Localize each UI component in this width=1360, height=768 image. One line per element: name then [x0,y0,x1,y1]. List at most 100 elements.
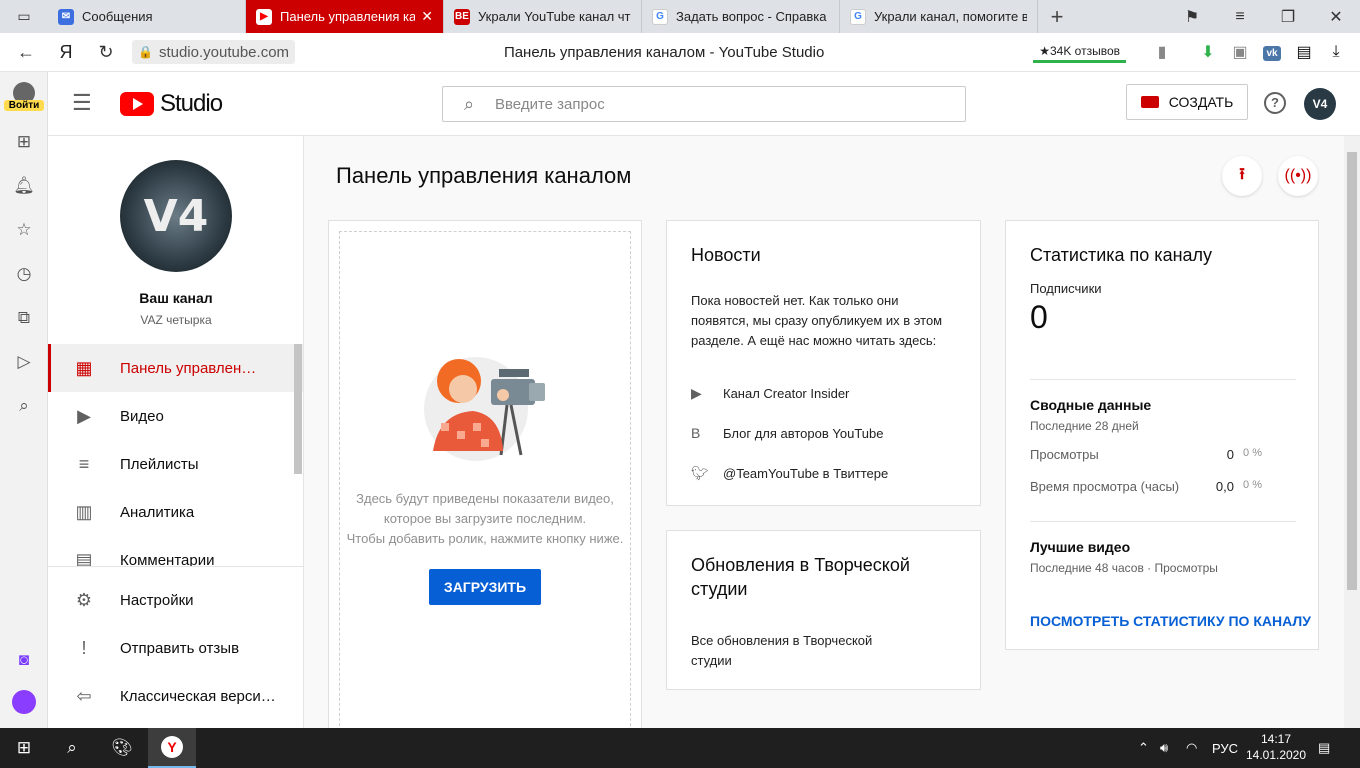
browser-tab-stolen-channel[interactable]: BE Украли YouTube канал что [444,0,642,33]
clock-time: 14:17 [1260,732,1292,746]
upload-hint-line: которое вы загрузите последним. [383,511,587,526]
notifications-icon[interactable]: ▤ [1318,728,1330,768]
tab-title: Панель управления канал [280,9,416,24]
tabs-overview-icon[interactable]: ▭ [0,0,48,33]
window-restore-icon[interactable]: ❐ [1264,0,1312,33]
volume-icon[interactable]: 🔊︎ [1160,728,1168,768]
yandex-side-panel: Войти ⊞ 🔔︎ ☆ ◷ ⧉ ▷ ⌕ ◙ [0,72,48,728]
sidebar-item-label: Панель управлен… [120,359,257,377]
sidebar-item-settings[interactable]: ⚙ Настройки [48,576,303,624]
create-video-icon [1140,96,1159,108]
lock-icon: 🔒 [138,45,153,59]
sidebar-item-dashboard[interactable]: ▦ Панель управлен… [48,344,303,392]
youtube-icon: ▶ [691,384,702,401]
watch-time-label: Время просмотра (часы) [1030,479,1180,494]
help-icon[interactable]: ? [1264,92,1286,114]
back-arrow-icon[interactable]: ← [6,42,46,63]
analytics-icon: ▥ [75,501,93,522]
sidebar-item-playlists[interactable]: ≡ Плейлисты [48,440,303,488]
bookmark-icon[interactable]: ▮ [1146,42,1178,62]
channel-title: Ваш канал [139,290,213,306]
hamburger-menu-icon[interactable]: ☰ [72,92,96,116]
upload-button[interactable]: ЗАГРУЗИТЬ [429,569,541,605]
download-ext-icon[interactable]: ⬇ [1192,42,1224,62]
login-button[interactable]: Войти [4,82,44,111]
favorites-star-icon[interactable]: ☆ [12,218,36,242]
browser-tab-messages[interactable]: ✉ Сообщения [48,0,246,33]
dashboard-icon: ▦ [75,357,93,378]
search-icon[interactable]: ⌕ [48,728,96,768]
sidebar-item-label: Отправить отзыв [120,639,240,657]
page-title-display: Панель управления каналом - YouTube Stud… [503,43,825,61]
translate-icon[interactable]: ▤ [1288,42,1320,62]
views-label: Просмотры [1030,447,1099,462]
be-icon: BE [454,8,470,25]
youtube-logo-icon [120,92,154,116]
browser-menu-icon[interactable]: ≡ [1216,0,1264,33]
window-close-icon[interactable]: ✕ [1312,0,1360,33]
windows-start-icon[interactable]: ⊞ [0,728,48,768]
alice-app-icon[interactable]: ◙ [12,648,36,672]
browser-tab-youtube-studio[interactable]: ▶ Панель управления канал ✕ [246,0,444,33]
twitter-link[interactable]: 🐦︎ @TeamYouTube в Твиттере [691,463,888,483]
collections-icon[interactable]: ⧉ [12,306,36,330]
language-indicator[interactable]: РУС [1212,728,1238,768]
notifications-bell-icon[interactable]: 🔔︎ [12,174,36,198]
close-tab-icon[interactable]: ✕ [421,8,433,25]
photo-ext-icon[interactable]: ▣ [1224,42,1256,62]
new-tab-button[interactable]: + [1038,0,1076,33]
paint-app-icon[interactable]: 🎨︎ [98,728,146,768]
media-play-icon[interactable]: ▷ [12,350,36,374]
tab-title: Задать вопрос - Справка - [676,9,829,24]
studio-logo[interactable]: Studio [120,90,223,118]
studio-sidebar: V4 Ваш канал VAZ четырка ▦ Панель управл… [48,136,304,728]
creator-insider-link[interactable]: ▶ Канал Creator Insider [691,383,849,403]
history-clock-icon[interactable]: ◷ [12,262,36,286]
sidebar-item-videos[interactable]: ▶ Видео [48,392,303,440]
google-icon: G [850,8,866,25]
services-grid-icon[interactable]: ⊞ [12,130,36,154]
sidebar-item-label: Плейлисты [120,455,199,473]
account-avatar[interactable]: V4 [1304,88,1336,120]
browser-tab-google-stolen[interactable]: G Украли канал, помогите во [840,0,1038,33]
search-box: ⌕ [442,86,966,122]
login-label: Войти [4,100,44,111]
updates-text: Все обновления в Творческой студии [691,633,873,668]
camera-person-illustration [424,357,545,461]
system-clock[interactable]: 14:17 14.01.2020 [1244,731,1308,763]
yandex-home-button[interactable]: Я [46,42,86,63]
summary-period: Последние 28 дней [1030,419,1139,433]
alice-voice-icon[interactable] [12,690,36,714]
downloads-icon[interactable]: ⤓ [1320,43,1352,61]
search-input[interactable] [495,95,965,113]
upload-icon[interactable]: ⭱ [1222,156,1262,196]
create-button[interactable]: СОЗДАТЬ [1126,84,1248,120]
bookmark-manager-icon[interactable]: ⚑ [1168,0,1216,33]
search-page-icon[interactable]: ⌕ [12,394,36,418]
url-field[interactable]: 🔒 studio.youtube.com [132,40,296,64]
sidebar-item-analytics[interactable]: ▥ Аналитика [48,488,303,536]
wifi-icon[interactable]: ◠ [1186,728,1197,768]
watch-time-value: 0,0 [1215,479,1234,494]
sidebar-scrollbar[interactable] [294,344,302,474]
search-icon: ⌕ [463,93,475,114]
sidebar-item-label: Видео [120,407,164,425]
reload-icon[interactable]: ↻ [86,42,126,63]
creators-blog-link[interactable]: B Блог для авторов YouTube [691,423,883,443]
page-scrollbar-thumb[interactable] [1347,152,1357,590]
view-channel-analytics-link[interactable]: ПОСМОТРЕТЬ СТАТИСТИКУ ПО КАНАЛУ [1030,613,1311,629]
live-stream-icon[interactable]: ((•)) [1278,156,1318,196]
vk-icon[interactable]: vk [1256,43,1288,61]
sidebar-divider [48,566,303,567]
yandex-browser-taskbar-icon[interactable]: Y [148,728,196,768]
show-hidden-icons[interactable]: ⌃ [1138,728,1149,768]
channel-avatar[interactable]: V4 [120,160,232,272]
sidebar-item-feedback[interactable]: ! Отправить отзыв [48,624,303,672]
stats-divider [1030,379,1296,380]
sidebar-item-classic[interactable]: ⇦ Классическая верси… [48,672,303,720]
classic-icon: ⇦ [76,685,92,706]
feedback-icon: ! [81,637,87,658]
page-title: Панель управления каналом [336,163,632,188]
reviews-badge[interactable]: ★34K отзывов [1033,42,1126,63]
browser-tab-google-help[interactable]: G Задать вопрос - Справка - [642,0,840,33]
